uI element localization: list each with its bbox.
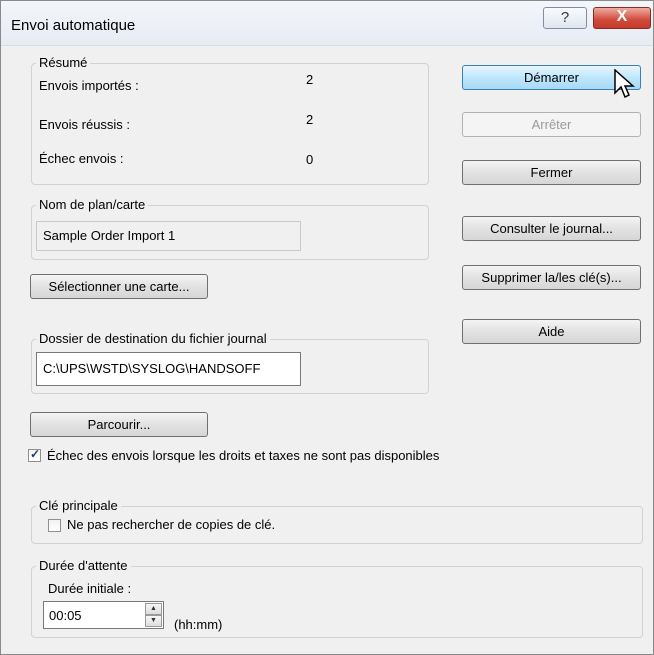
- initial-duration-value[interactable]: 00:05: [49, 608, 82, 623]
- checkmark-icon: ✓: [30, 447, 41, 461]
- success-value: 2: [306, 112, 314, 127]
- close-icon: X: [616, 8, 628, 25]
- close-window-button[interactable]: X: [593, 7, 651, 29]
- log-folder-input[interactable]: C:\UPS\WSTD\SYSLOG\HANDSOFF: [36, 352, 301, 386]
- duration-unit-label: (hh:mm): [174, 617, 223, 632]
- stop-button[interactable]: Arrêter: [462, 112, 641, 137]
- initial-duration-label: Durée initiale :: [48, 581, 132, 596]
- log-folder-legend: Dossier de destination du fichier journa…: [36, 331, 270, 346]
- failed-label: Échec envois :: [39, 151, 124, 166]
- success-label: Envois réussis :: [39, 117, 131, 132]
- map-name-field: Sample Order Import 1: [36, 221, 301, 251]
- auto-send-dialog: Envoi automatique ? X Résumé Envois impo…: [0, 0, 654, 655]
- duties-checkbox[interactable]: ✓: [28, 447, 41, 462]
- spin-up-icon[interactable]: ▲: [145, 603, 162, 615]
- initial-duration-spinner[interactable]: 00:05 ▲ ▼: [43, 601, 164, 629]
- failed-value: 0: [306, 152, 314, 167]
- wait-legend: Durée d'attente: [36, 558, 131, 573]
- select-map-button[interactable]: Sélectionner une carte...: [30, 274, 208, 299]
- view-log-button[interactable]: Consulter le journal...: [462, 216, 641, 241]
- imported-label: Envois importés :: [39, 78, 139, 93]
- key-legend: Clé principale: [36, 498, 121, 513]
- close-button[interactable]: Fermer: [462, 160, 641, 185]
- title-bar: Envoi automatique ? X: [1, 1, 653, 46]
- help-title-button[interactable]: ?: [543, 7, 587, 29]
- help-button[interactable]: Aide: [462, 319, 641, 344]
- help-icon: ?: [560, 9, 570, 26]
- spin-down-icon[interactable]: ▼: [145, 615, 162, 627]
- browse-button[interactable]: Parcourir...: [30, 412, 208, 437]
- summary-legend: Résumé: [36, 55, 91, 70]
- imported-value: 2: [306, 72, 314, 87]
- duties-checkbox-label: Échec des envois lorsque les droits et t…: [47, 448, 440, 463]
- delete-keys-button[interactable]: Supprimer la/les clé(s)...: [462, 265, 641, 290]
- no-key-copies-label: Ne pas rechercher de copies de clé.: [67, 517, 276, 532]
- window-title: Envoi automatique: [11, 17, 136, 34]
- mouse-cursor-icon: [614, 69, 635, 99]
- no-key-copies-checkbox[interactable]: [48, 519, 61, 532]
- map-name-legend: Nom de plan/carte: [36, 197, 149, 212]
